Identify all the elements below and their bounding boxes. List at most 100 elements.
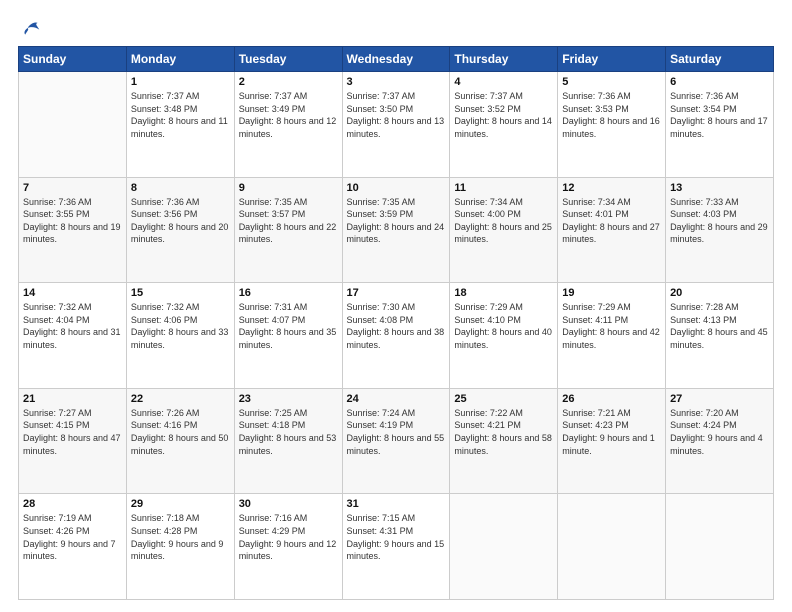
sunrise-text: Sunrise: 7:37 AM [239, 91, 308, 101]
day-info: Sunrise: 7:26 AM Sunset: 4:16 PM Dayligh… [131, 407, 230, 457]
daylight-text: Daylight: 8 hours and 12 minutes. [239, 116, 337, 139]
weekday-header: Thursday [450, 47, 558, 72]
calendar-day-cell: 5 Sunrise: 7:36 AM Sunset: 3:53 PM Dayli… [558, 72, 666, 178]
day-number: 25 [454, 393, 553, 405]
calendar-day-cell: 2 Sunrise: 7:37 AM Sunset: 3:49 PM Dayli… [234, 72, 342, 178]
sunrise-text: Sunrise: 7:18 AM [131, 513, 200, 523]
sunrise-text: Sunrise: 7:34 AM [454, 197, 523, 207]
calendar-day-cell: 13 Sunrise: 7:33 AM Sunset: 4:03 PM Dayl… [666, 177, 774, 283]
day-number: 5 [562, 76, 661, 88]
sunrise-text: Sunrise: 7:25 AM [239, 408, 308, 418]
day-info: Sunrise: 7:28 AM Sunset: 4:13 PM Dayligh… [670, 301, 769, 351]
daylight-text: Daylight: 8 hours and 33 minutes. [131, 327, 229, 350]
calendar-day-cell: 27 Sunrise: 7:20 AM Sunset: 4:24 PM Dayl… [666, 388, 774, 494]
sunset-text: Sunset: 4:11 PM [562, 315, 628, 325]
weekday-header: Friday [558, 47, 666, 72]
sunrise-text: Sunrise: 7:28 AM [670, 302, 739, 312]
day-number: 12 [562, 182, 661, 194]
calendar-day-cell: 28 Sunrise: 7:19 AM Sunset: 4:26 PM Dayl… [19, 494, 127, 600]
day-info: Sunrise: 7:19 AM Sunset: 4:26 PM Dayligh… [23, 512, 122, 562]
day-info: Sunrise: 7:24 AM Sunset: 4:19 PM Dayligh… [347, 407, 446, 457]
sunset-text: Sunset: 3:59 PM [347, 209, 414, 219]
sunset-text: Sunset: 4:16 PM [131, 420, 198, 430]
calendar-day-cell: 12 Sunrise: 7:34 AM Sunset: 4:01 PM Dayl… [558, 177, 666, 283]
day-number: 9 [239, 182, 338, 194]
sunset-text: Sunset: 3:50 PM [347, 104, 414, 114]
day-info: Sunrise: 7:37 AM Sunset: 3:49 PM Dayligh… [239, 90, 338, 140]
day-number: 24 [347, 393, 446, 405]
calendar-day-cell: 20 Sunrise: 7:28 AM Sunset: 4:13 PM Dayl… [666, 283, 774, 389]
calendar-day-cell: 18 Sunrise: 7:29 AM Sunset: 4:10 PM Dayl… [450, 283, 558, 389]
daylight-text: Daylight: 8 hours and 22 minutes. [239, 222, 337, 245]
calendar-day-cell: 8 Sunrise: 7:36 AM Sunset: 3:56 PM Dayli… [126, 177, 234, 283]
calendar-day-cell: 4 Sunrise: 7:37 AM Sunset: 3:52 PM Dayli… [450, 72, 558, 178]
sunset-text: Sunset: 3:52 PM [454, 104, 521, 114]
day-number: 31 [347, 498, 446, 510]
sunrise-text: Sunrise: 7:32 AM [23, 302, 92, 312]
daylight-text: Daylight: 9 hours and 12 minutes. [239, 539, 337, 562]
daylight-text: Daylight: 8 hours and 35 minutes. [239, 327, 337, 350]
sunset-text: Sunset: 3:53 PM [562, 104, 629, 114]
sunrise-text: Sunrise: 7:16 AM [239, 513, 308, 523]
page: SundayMondayTuesdayWednesdayThursdayFrid… [0, 0, 792, 612]
sunrise-text: Sunrise: 7:36 AM [131, 197, 200, 207]
daylight-text: Daylight: 8 hours and 20 minutes. [131, 222, 229, 245]
sunset-text: Sunset: 4:24 PM [670, 420, 737, 430]
sunset-text: Sunset: 3:48 PM [131, 104, 198, 114]
daylight-text: Daylight: 9 hours and 9 minutes. [131, 539, 224, 562]
daylight-text: Daylight: 8 hours and 24 minutes. [347, 222, 445, 245]
sunset-text: Sunset: 4:19 PM [347, 420, 414, 430]
sunset-text: Sunset: 3:57 PM [239, 209, 306, 219]
calendar-day-cell [19, 72, 127, 178]
calendar-day-cell: 16 Sunrise: 7:31 AM Sunset: 4:07 PM Dayl… [234, 283, 342, 389]
day-info: Sunrise: 7:25 AM Sunset: 4:18 PM Dayligh… [239, 407, 338, 457]
day-info: Sunrise: 7:32 AM Sunset: 4:06 PM Dayligh… [131, 301, 230, 351]
calendar-week-row: 21 Sunrise: 7:27 AM Sunset: 4:15 PM Dayl… [19, 388, 774, 494]
sunrise-text: Sunrise: 7:29 AM [562, 302, 631, 312]
calendar-day-cell: 11 Sunrise: 7:34 AM Sunset: 4:00 PM Dayl… [450, 177, 558, 283]
daylight-text: Daylight: 8 hours and 40 minutes. [454, 327, 552, 350]
calendar-day-cell: 23 Sunrise: 7:25 AM Sunset: 4:18 PM Dayl… [234, 388, 342, 494]
sunset-text: Sunset: 4:13 PM [670, 315, 737, 325]
day-info: Sunrise: 7:16 AM Sunset: 4:29 PM Dayligh… [239, 512, 338, 562]
daylight-text: Daylight: 8 hours and 13 minutes. [347, 116, 445, 139]
day-number: 8 [131, 182, 230, 194]
day-info: Sunrise: 7:33 AM Sunset: 4:03 PM Dayligh… [670, 196, 769, 246]
day-number: 23 [239, 393, 338, 405]
calendar-day-cell: 10 Sunrise: 7:35 AM Sunset: 3:59 PM Dayl… [342, 177, 450, 283]
sunrise-text: Sunrise: 7:31 AM [239, 302, 308, 312]
sunset-text: Sunset: 4:26 PM [23, 526, 90, 536]
daylight-text: Daylight: 9 hours and 4 minutes. [670, 433, 763, 456]
sunrise-text: Sunrise: 7:36 AM [23, 197, 92, 207]
sunrise-text: Sunrise: 7:32 AM [131, 302, 200, 312]
sunrise-text: Sunrise: 7:35 AM [347, 197, 416, 207]
weekday-header: Wednesday [342, 47, 450, 72]
weekday-header: Tuesday [234, 47, 342, 72]
day-info: Sunrise: 7:20 AM Sunset: 4:24 PM Dayligh… [670, 407, 769, 457]
daylight-text: Daylight: 8 hours and 47 minutes. [23, 433, 121, 456]
day-number: 7 [23, 182, 122, 194]
daylight-text: Daylight: 8 hours and 11 minutes. [131, 116, 228, 139]
sunset-text: Sunset: 3:54 PM [670, 104, 737, 114]
sunset-text: Sunset: 3:56 PM [131, 209, 198, 219]
daylight-text: Daylight: 8 hours and 31 minutes. [23, 327, 121, 350]
calendar-day-cell: 24 Sunrise: 7:24 AM Sunset: 4:19 PM Dayl… [342, 388, 450, 494]
sunrise-text: Sunrise: 7:37 AM [347, 91, 416, 101]
day-number: 28 [23, 498, 122, 510]
sunset-text: Sunset: 3:49 PM [239, 104, 306, 114]
calendar-week-row: 7 Sunrise: 7:36 AM Sunset: 3:55 PM Dayli… [19, 177, 774, 283]
calendar-day-cell: 6 Sunrise: 7:36 AM Sunset: 3:54 PM Dayli… [666, 72, 774, 178]
day-info: Sunrise: 7:31 AM Sunset: 4:07 PM Dayligh… [239, 301, 338, 351]
day-number: 27 [670, 393, 769, 405]
daylight-text: Daylight: 8 hours and 38 minutes. [347, 327, 445, 350]
daylight-text: Daylight: 8 hours and 17 minutes. [670, 116, 768, 139]
calendar-day-cell: 19 Sunrise: 7:29 AM Sunset: 4:11 PM Dayl… [558, 283, 666, 389]
calendar-day-cell: 30 Sunrise: 7:16 AM Sunset: 4:29 PM Dayl… [234, 494, 342, 600]
calendar-day-cell: 3 Sunrise: 7:37 AM Sunset: 3:50 PM Dayli… [342, 72, 450, 178]
day-info: Sunrise: 7:29 AM Sunset: 4:10 PM Dayligh… [454, 301, 553, 351]
daylight-text: Daylight: 8 hours and 45 minutes. [670, 327, 768, 350]
day-number: 2 [239, 76, 338, 88]
day-info: Sunrise: 7:29 AM Sunset: 4:11 PM Dayligh… [562, 301, 661, 351]
day-number: 30 [239, 498, 338, 510]
weekday-header: Sunday [19, 47, 127, 72]
